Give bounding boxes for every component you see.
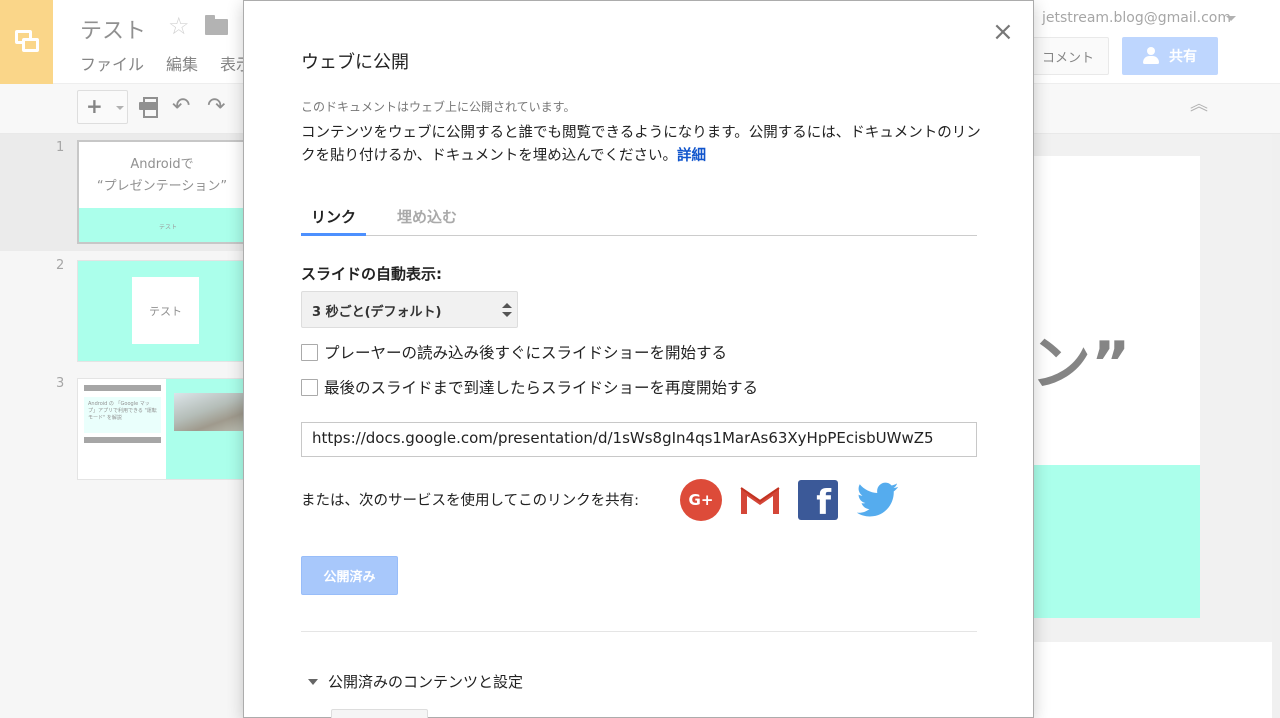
checkbox-label: プレーヤーの読み込み後すぐにスライドショーを開始する	[324, 344, 728, 362]
published-button[interactable]: 公開済み	[301, 556, 398, 595]
description-text: コンテンツをウェブに公開すると誰でも閲覧できるようになります。公開するには、ドキ…	[301, 125, 981, 164]
checkbox-label: 最後のスライドまで到達したらスライドショーを再度開始する	[324, 379, 759, 397]
dialog-title: ウェブに公開	[301, 52, 409, 73]
interval-value: 3 秒ごと(デフォルト)	[312, 305, 442, 320]
interval-select[interactable]: 3 秒ごと(デフォルト)	[301, 291, 518, 328]
tab-embed[interactable]: 埋め込む	[387, 206, 467, 236]
dialog-description: コンテンツをウェブに公開すると誰でも閲覧できるようになります。公開するには、ドキ…	[301, 122, 991, 168]
facebook-icon[interactable]: f	[798, 480, 838, 520]
select-arrows-icon	[502, 303, 512, 318]
publish-to-web-dialog: × ウェブに公開 このドキュメントはウェブ上に公開されています。 コンテンツをウ…	[243, 0, 1034, 718]
google-plus-icon[interactable]: G+	[680, 479, 722, 521]
auto-advance-label: スライドの自動表示:	[301, 265, 442, 283]
publish-status: このドキュメントはウェブ上に公開されています。	[301, 100, 576, 114]
published-settings-toggle[interactable]: 公開済みのコンテンツと設定	[308, 671, 523, 692]
gmail-icon[interactable]	[739, 479, 781, 521]
restart-option[interactable]: 最後のスライドまで到達したらスライドショーを再度開始する	[301, 376, 758, 398]
triangle-down-icon	[308, 678, 318, 685]
twitter-icon[interactable]	[857, 479, 899, 521]
tab-bar: リンク 埋め込む	[301, 206, 977, 236]
start-on-load-option[interactable]: プレーヤーの読み込み後すぐにスライドショーを開始する	[301, 341, 727, 363]
divider	[301, 631, 977, 632]
settings-dropdown[interactable]	[331, 709, 428, 718]
close-icon[interactable]: ×	[992, 19, 1014, 45]
restart-checkbox[interactable]	[301, 378, 318, 396]
share-via-label: または、次のサービスを使用してこのリンクを共有:	[301, 493, 639, 509]
details-link[interactable]: 詳細	[677, 148, 706, 164]
settings-section-label: 公開済みのコンテンツと設定	[328, 673, 524, 691]
publish-url-field[interactable]: https://docs.google.com/presentation/d/1…	[301, 422, 977, 457]
tab-link[interactable]: リンク	[301, 206, 366, 236]
start-on-load-checkbox[interactable]	[301, 343, 318, 361]
